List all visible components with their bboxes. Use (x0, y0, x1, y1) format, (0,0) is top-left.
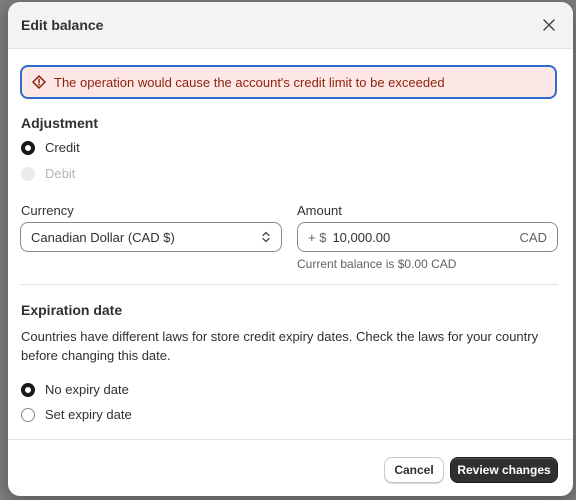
currency-label: Currency (21, 203, 74, 218)
expiration-heading: Expiration date (21, 302, 123, 318)
set-expiry-radio[interactable]: Set expiry date (21, 407, 132, 422)
set-expiry-label: Set expiry date (45, 407, 132, 422)
amount-label: Amount (297, 203, 342, 218)
radio-disabled-icon[interactable] (21, 166, 35, 181)
radio-selected-icon[interactable] (21, 140, 35, 155)
amount-value: 10,000.00 (332, 229, 391, 245)
cancel-button[interactable]: Cancel (384, 457, 444, 483)
modal-header: Edit balance (8, 2, 573, 49)
currency-value: Canadian Dollar (CAD $) (31, 229, 175, 245)
credit-radio[interactable]: Credit (21, 140, 80, 155)
debit-radio[interactable]: Debit (21, 166, 75, 181)
amount-prefix: + $ (308, 229, 327, 245)
credit-label: Credit (45, 140, 80, 155)
current-balance-help: Current balance is $0.00 CAD (297, 257, 457, 271)
radio-selected-icon[interactable] (21, 382, 35, 397)
error-message: The operation would cause the account's … (54, 74, 445, 90)
error-banner: The operation would cause the account's … (20, 65, 557, 99)
expiration-description: Countries have different laws for store … (21, 329, 539, 363)
warning-diamond-icon (32, 75, 46, 89)
edit-balance-modal: Edit balance The operation would cause t… (8, 2, 573, 496)
close-icon (543, 19, 555, 31)
adjustment-heading: Adjustment (21, 115, 98, 131)
section-divider (20, 284, 558, 285)
amount-currency-suffix: CAD (519, 229, 547, 245)
amount-input[interactable]: + $ 10,000.00 CAD (297, 222, 558, 252)
no-expiry-label: No expiry date (45, 382, 129, 397)
modal-title: Edit balance (21, 17, 104, 33)
currency-select[interactable]: Canadian Dollar (CAD $) (20, 222, 282, 252)
review-changes-button[interactable]: Review changes (450, 457, 558, 483)
close-button[interactable] (539, 15, 559, 35)
select-chevrons-icon (262, 231, 270, 243)
radio-unselected-icon[interactable] (21, 407, 35, 422)
debit-label: Debit (45, 166, 76, 181)
no-expiry-radio[interactable]: No expiry date (21, 382, 129, 397)
